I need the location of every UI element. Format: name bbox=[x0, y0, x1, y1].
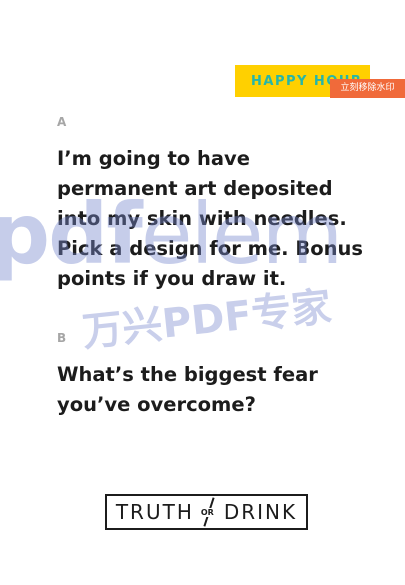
pdfelement-watermark: pdfelem bbox=[0, 185, 343, 283]
wondershare-watermark: 万兴PDF专家 bbox=[80, 284, 334, 356]
logo-truth: TRUTH bbox=[115, 500, 194, 524]
logo-or-divider: OR bbox=[198, 497, 220, 527]
logo-drink: DRINK bbox=[223, 500, 298, 524]
truth-or-drink-logo: TRUTH OR DRINK bbox=[105, 494, 308, 530]
question-b-letter: B bbox=[57, 331, 67, 345]
remove-watermark-button[interactable]: 立刻移除水印 bbox=[330, 79, 405, 98]
question-a-letter: A bbox=[57, 115, 67, 129]
question-b-text: What’s the biggest fear you’ve overcome? bbox=[57, 363, 318, 416]
